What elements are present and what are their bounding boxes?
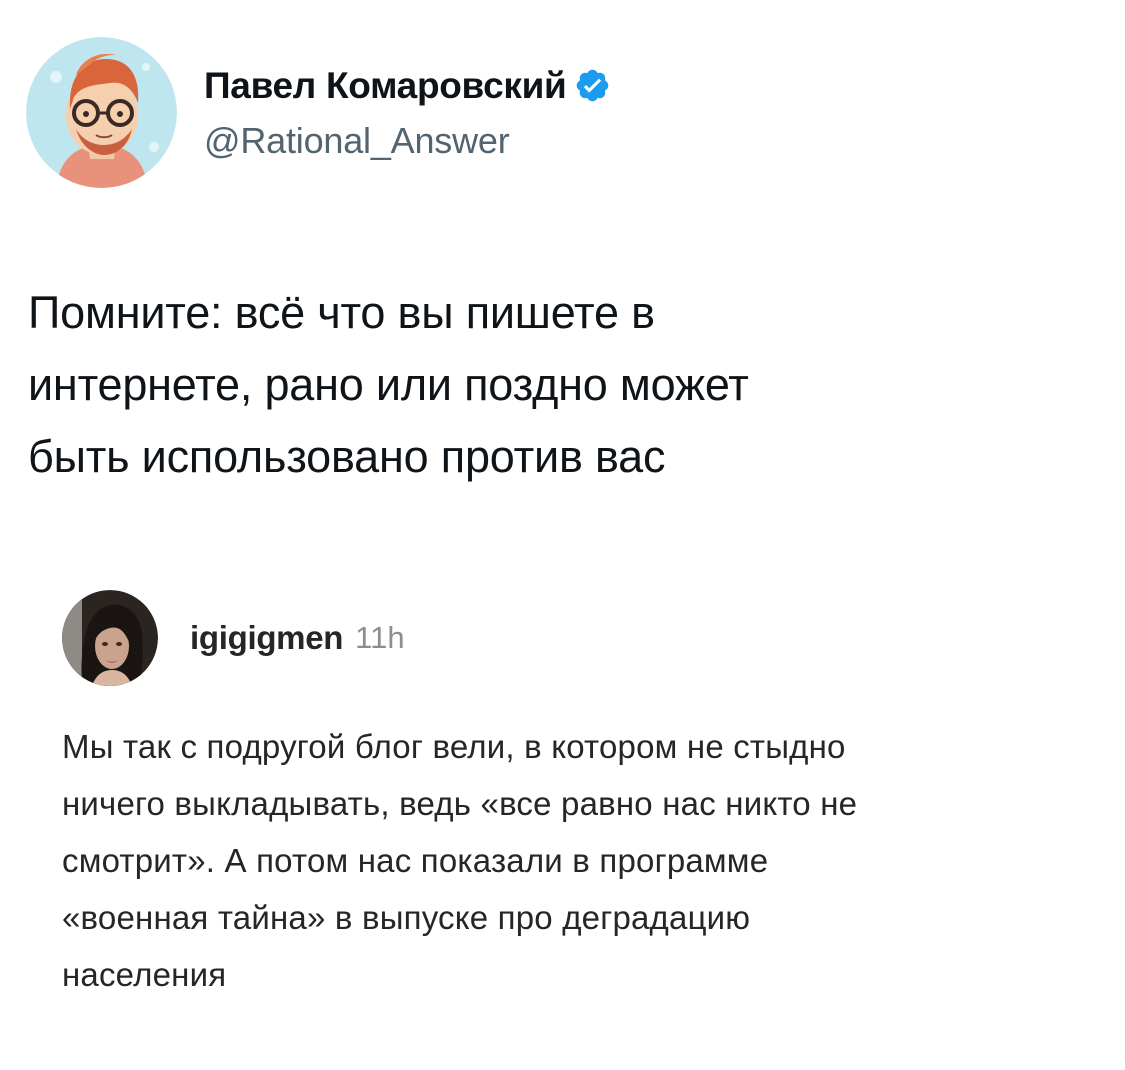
quoted-username[interactable]: igigigmen (190, 619, 343, 657)
quoted-timestamp: 11h (355, 620, 405, 655)
quoted-text-line: Мы так с подругой блог вели, в котором н… (62, 728, 846, 765)
author-display-name[interactable]: Павел Комаровский (204, 65, 567, 107)
user-photo-icon (62, 590, 158, 686)
quoted-user-avatar[interactable] (62, 590, 158, 686)
quoted-post-header: igigigmen 11h (62, 590, 405, 686)
tweet-text-line: быть использовано против вас (28, 431, 666, 482)
quoted-text-line: «военная тайна» в выпуске про деградацию (62, 899, 751, 936)
tweet-header: Павел Комаровский @Rational_Answer (26, 37, 611, 188)
author-avatar[interactable] (26, 37, 177, 188)
quoted-post-text: Мы так с подругой блог вели, в котором н… (62, 718, 1102, 1003)
quoted-text-line: населения (62, 956, 227, 993)
tweet-text: Помните: всё что вы пишете в интернете, … (28, 277, 1108, 493)
author-handle[interactable]: @Rational_Answer (204, 120, 611, 162)
tweet-text-line: интернете, рано или поздно может (28, 359, 749, 410)
cartoon-avatar-icon (26, 37, 177, 188)
author-name-row: Павел Комаровский (204, 60, 611, 112)
quoted-text-line: смотрит». А потом нас показали в програм… (62, 842, 769, 879)
tweet-text-line: Помните: всё что вы пишете в (28, 287, 655, 338)
quoted-text-line: ничего выкладывать, ведь «все равно нас … (62, 785, 858, 822)
verified-badge-icon (574, 67, 611, 104)
author-info: Павел Комаровский @Rational_Answer (204, 60, 611, 162)
